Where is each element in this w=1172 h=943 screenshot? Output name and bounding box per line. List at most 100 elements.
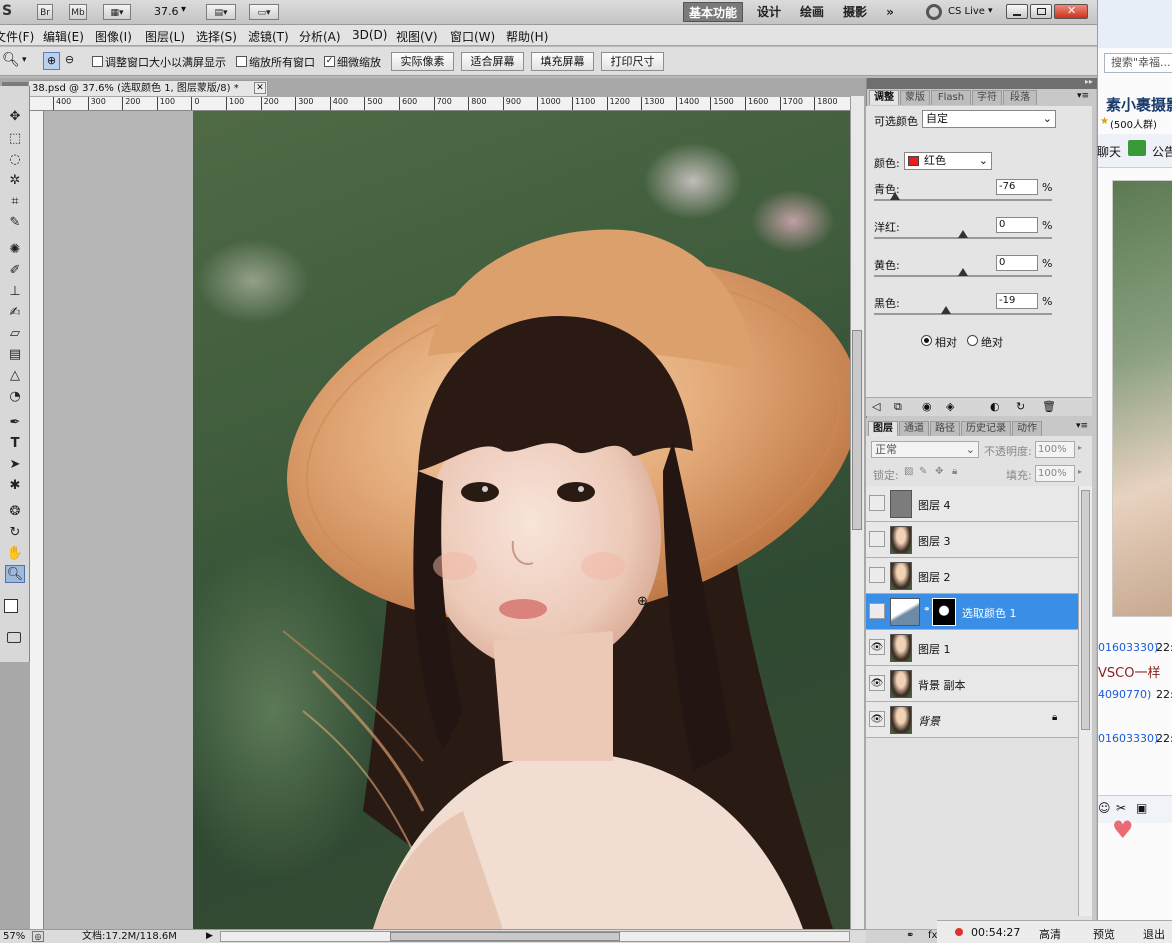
zoom-level[interactable]: 37.6 (154, 5, 179, 18)
tab-adjustments[interactable]: 调整 (869, 90, 899, 105)
layer-row[interactable]: ⚭ 选取颜色 1 (866, 594, 1078, 630)
preview-button[interactable]: 预览 (1093, 926, 1115, 942)
close-button[interactable]: ✕ (1054, 4, 1088, 19)
lock-position-icon[interactable]: ✥ (935, 466, 943, 477)
emoji-icon[interactable]: ☺ (1098, 801, 1111, 815)
tab-actions[interactable]: 动作 (1012, 421, 1042, 436)
eraser-tool-icon[interactable]: ▱ (5, 325, 25, 343)
tab-history[interactable]: 历史记录 (961, 421, 1011, 436)
shape-tool-icon[interactable]: ✱ (5, 477, 25, 495)
slider-thumb[interactable] (941, 306, 952, 314)
workspace-design[interactable]: 设计 (752, 2, 786, 22)
visibility-eye-icon[interactable]: 👁︎ (869, 639, 885, 655)
slider-thumb[interactable] (890, 192, 901, 200)
expand-view-icon[interactable]: ⧉ (894, 400, 902, 414)
clone-stamp-tool-icon[interactable]: ⊥ (5, 283, 25, 301)
document-close-icon[interactable]: ✕ (254, 82, 266, 94)
tool-preset-dropdown-icon[interactable]: ▾ (22, 55, 27, 65)
tab-character[interactable]: 字符 (972, 90, 1002, 105)
gradient-tool-icon[interactable]: ▤ (5, 346, 25, 364)
visibility-eye-icon[interactable] (869, 531, 885, 547)
tab-layers[interactable]: 图层 (868, 421, 898, 436)
quick-mask-icon[interactable] (7, 632, 21, 643)
chat-search-input[interactable]: 搜索"幸福... (1104, 53, 1172, 73)
marquee-tool-icon[interactable]: ⬚ (5, 130, 25, 148)
vertical-scrollbar-thumb[interactable] (852, 330, 862, 530)
slider-value-input[interactable]: -76 (996, 179, 1038, 195)
zoom-dropdown-icon[interactable]: ▾ (181, 4, 186, 15)
fill-screen-button[interactable]: 填充屏幕 (531, 52, 594, 71)
blend-mode-select[interactable]: 正常 ⌄ (871, 441, 979, 458)
workspace-painting[interactable]: 绘画 (795, 2, 829, 22)
opacity-input[interactable]: 100% (1035, 441, 1075, 458)
print-size-button[interactable]: 打印尺寸 (601, 52, 664, 71)
menu-item[interactable]: 3D(D) (352, 28, 387, 42)
move-tool-icon[interactable]: ✥ (5, 108, 25, 126)
lock-all-icon[interactable]: 🔒︎ (952, 466, 957, 477)
zoom-tool-preset-icon[interactable]: 🔍︎ (2, 52, 20, 68)
exit-button[interactable]: 退出 (1143, 926, 1165, 942)
workspace-photography[interactable]: 摄影 (838, 2, 872, 22)
view-extras-button[interactable]: ▦▾ (103, 4, 131, 20)
actual-pixels-button[interactable]: 实际像素 (391, 52, 454, 71)
link-layers-icon[interactable]: ⚭ (906, 930, 914, 941)
slider-thumb[interactable] (958, 268, 968, 276)
dock-collapse-icon[interactable]: ▸▸ (1085, 77, 1093, 86)
layer-row[interactable]: 👁︎ 图层 1 (866, 630, 1078, 666)
clip-to-layer-icon[interactable]: ◉ (922, 400, 932, 413)
tab-paragraph[interactable]: 段落 (1003, 90, 1037, 105)
healing-brush-tool-icon[interactable]: ✺ (5, 241, 25, 259)
reset-icon[interactable]: ↻ (1016, 400, 1025, 413)
zoom-tool-icon[interactable]: 🔍︎ (5, 565, 25, 583)
menu-item[interactable]: 文件(F) (0, 28, 34, 45)
layers-scrollbar-thumb[interactable] (1081, 490, 1090, 730)
lock-transparent-icon[interactable]: ▨ (904, 466, 913, 477)
notice-tab[interactable]: 公告 (1152, 143, 1172, 160)
slider-track[interactable] (874, 199, 1052, 201)
dodge-tool-icon[interactable]: ◔ (5, 388, 25, 406)
layer-row[interactable]: 👁︎ 背景 🔒︎ (866, 702, 1078, 738)
layer-row[interactable]: 图层 4 (866, 486, 1078, 522)
path-selection-tool-icon[interactable]: ➤ (5, 456, 25, 474)
minimize-button[interactable] (1006, 4, 1028, 19)
bridge-button[interactable]: Br (37, 4, 53, 20)
mini-bridge-button[interactable]: Mb (69, 4, 87, 20)
status-zoom[interactable]: 57% (3, 930, 25, 943)
layers-panel-menu-icon[interactable]: ▾≡ (1076, 421, 1088, 431)
zoom-in-icon[interactable]: ⊕ (43, 52, 60, 70)
brush-tool-icon[interactable]: ✐ (5, 262, 25, 280)
type-tool-icon[interactable]: T (5, 435, 25, 453)
layer-mask-thumbnail[interactable] (932, 598, 956, 626)
slider-value-input[interactable]: 0 (996, 217, 1038, 233)
menu-item[interactable]: 分析(A) (299, 28, 341, 45)
visibility-toggle-icon[interactable]: ◈ (946, 400, 954, 413)
opacity-slider-icon[interactable]: ▸ (1078, 443, 1082, 452)
menu-item[interactable]: 窗口(W) (450, 28, 495, 45)
3d-orbit-tool-icon[interactable]: ↻ (5, 524, 25, 542)
relative-radio[interactable] (921, 335, 932, 346)
cs-live-label[interactable]: CS Live (948, 6, 985, 17)
zoom-all-checkbox[interactable] (236, 56, 247, 67)
tab-channels[interactable]: 通道 (899, 421, 929, 436)
visibility-eye-icon[interactable] (869, 567, 885, 583)
history-brush-tool-icon[interactable]: ✍ (5, 304, 25, 322)
heart-icon[interactable]: ♥ (1112, 816, 1134, 844)
scissors-icon[interactable]: ✂ (1116, 801, 1126, 815)
hand-tool-icon[interactable]: ✋ (5, 545, 25, 563)
crop-tool-icon[interactable]: ⌗ (5, 193, 25, 211)
fit-screen-button[interactable]: 适合屏幕 (461, 52, 524, 71)
layer-row[interactable]: 图层 2 (866, 558, 1078, 594)
screen-mode-button[interactable]: ▭▾ (249, 4, 279, 20)
zoom-out-icon[interactable]: ⊖ (61, 52, 78, 70)
absolute-radio[interactable] (967, 335, 978, 346)
chat-shared-image[interactable] (1112, 180, 1172, 617)
tab-paths[interactable]: 路径 (930, 421, 960, 436)
layers-scrollbar[interactable] (1078, 486, 1092, 916)
slider-track[interactable] (874, 313, 1052, 315)
menu-item[interactable]: 图像(I) (95, 28, 132, 45)
tab-masks[interactable]: 蒙版 (900, 90, 930, 105)
document-tab[interactable]: 38.psd @ 37.6% (选取颜色 1, 图层蒙版/8) * (28, 80, 268, 96)
blur-tool-icon[interactable]: △ (5, 367, 25, 385)
slider-value-input[interactable]: 0 (996, 255, 1038, 271)
lock-image-icon[interactable]: ✎ (919, 466, 927, 477)
